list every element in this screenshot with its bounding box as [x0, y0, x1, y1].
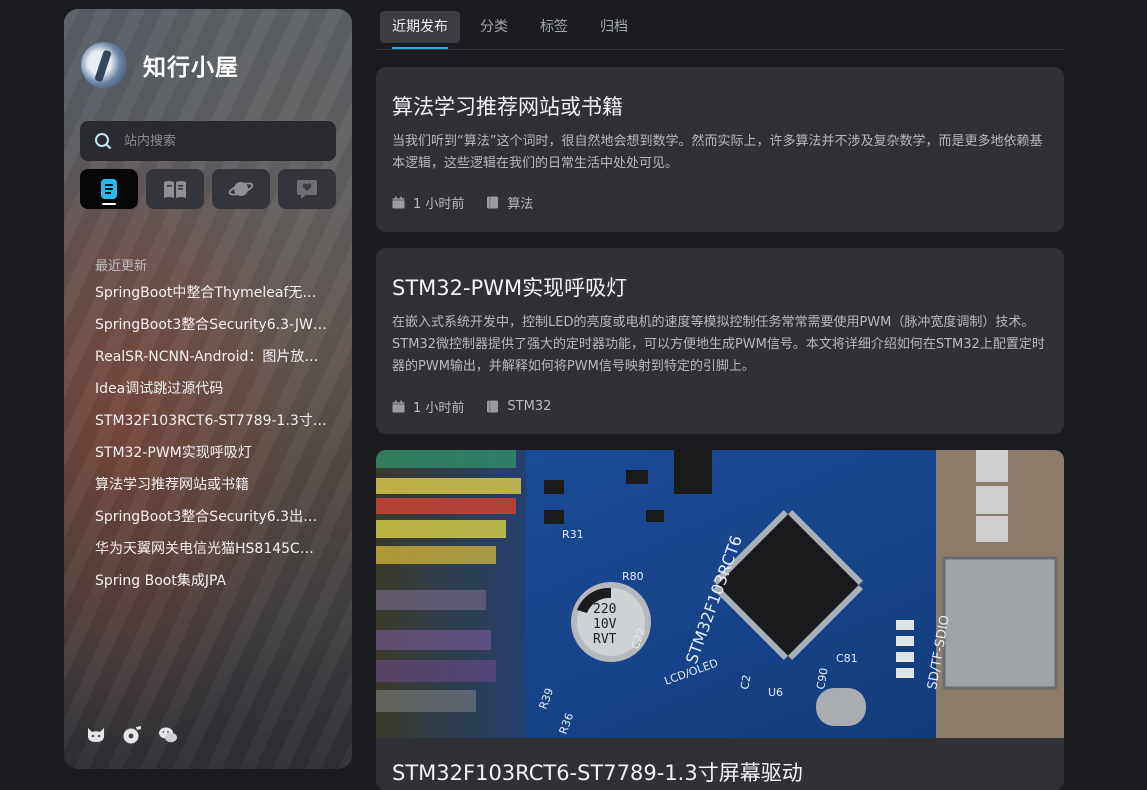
- pcb-u6-label: U6: [768, 686, 783, 699]
- site-name[interactable]: 知行小屋: [143, 48, 239, 82]
- calendar-icon: [392, 196, 405, 209]
- github-link[interactable]: [86, 725, 106, 745]
- tab-messages[interactable]: [278, 169, 336, 209]
- social-links: [86, 725, 178, 745]
- recent-item[interactable]: SpringBoot3整合Security6.3出…: [95, 507, 327, 539]
- book-icon: [164, 181, 186, 198]
- search-icon: [95, 133, 111, 149]
- wechat-link[interactable]: [158, 725, 178, 745]
- post-card[interactable]: STM32F103RCT6 220 10V RVT SD/TF-SDIO LCD…: [376, 450, 1064, 790]
- tabs-divider: [376, 49, 1064, 50]
- calendar-icon: [392, 400, 405, 413]
- post-category-text[interactable]: 算法: [507, 193, 533, 212]
- tab-articles[interactable]: [80, 169, 138, 209]
- wechat-icon: [159, 727, 177, 743]
- recent-item[interactable]: SpringBoot3整合Security6.3-JW…: [95, 315, 327, 347]
- pcb-cap-line2: 10V: [593, 617, 617, 632]
- tab-tags[interactable]: 标签: [528, 11, 580, 43]
- post-excerpt: 当我们听到“算法”这个词时，很自然地会想到数学。然而实际上，许多算法并不涉及复杂…: [392, 134, 1043, 171]
- tab-archive[interactable]: 归档: [588, 11, 640, 43]
- recent-item[interactable]: 算法学习推荐网站或书籍: [95, 475, 327, 507]
- post-category-text[interactable]: STM32: [507, 399, 551, 414]
- tab-recent[interactable]: 近期发布: [380, 11, 460, 43]
- post-cover-image[interactable]: STM32F103RCT6 220 10V RVT SD/TF-SDIO LCD…: [376, 450, 1064, 738]
- post-category[interactable]: STM32: [486, 399, 551, 414]
- post-title[interactable]: STM32F103RCT6-ST7789-1.3寸屏幕驱动: [392, 757, 803, 787]
- post-meta: 1 小时前 STM32: [392, 397, 573, 416]
- tab-planet[interactable]: [212, 169, 270, 209]
- search-box[interactable]: [80, 121, 336, 161]
- pcb-c2-label: C2: [738, 674, 753, 691]
- pcb-photo-illustration: STM32F103RCT6 220 10V RVT SD/TF-SDIO LCD…: [376, 450, 1064, 738]
- music-link[interactable]: [122, 725, 142, 745]
- brand[interactable]: 知行小屋: [81, 42, 239, 88]
- recent-item[interactable]: Idea调试跳过源代码: [95, 379, 327, 411]
- sidebar-icon-tabs: [80, 169, 336, 209]
- post-time: 1 小时前: [392, 397, 464, 416]
- post-time: 1 小时前: [392, 193, 464, 212]
- github-icon: [88, 728, 104, 742]
- post-category[interactable]: 算法: [486, 193, 533, 212]
- pcb-cap-line1: 220: [593, 602, 616, 617]
- recent-item[interactable]: STM32-PWM实现呼吸灯: [95, 443, 327, 475]
- folder-icon: [487, 196, 499, 209]
- post-title[interactable]: STM32-PWM实现呼吸灯: [392, 272, 627, 302]
- main-tabs: 近期发布 分类 标签 归档: [380, 11, 648, 43]
- music-disc-icon: [123, 726, 141, 744]
- post-time-text: 1 小时前: [413, 197, 465, 212]
- recent-updates-list: SpringBoot中整合Thymeleaf无… SpringBoot3整合Se…: [95, 283, 327, 603]
- pcb-r80-label: R80: [622, 570, 644, 583]
- folder-icon: [487, 400, 499, 413]
- avatar[interactable]: [81, 42, 127, 88]
- recent-item[interactable]: 华为天翼网关电信光猫HS8145C…: [95, 539, 327, 571]
- planet-icon: [228, 182, 254, 196]
- tab-categories[interactable]: 分类: [468, 11, 520, 43]
- sidebar: 知行小屋 站内搜索 最近更新 SpringBoot中整合Thymeleaf无… …: [64, 9, 352, 769]
- post-excerpt: 在嵌入式系统开发中，控制LED的亮度或电机的速度等模拟控制任务常常需要使用PWM…: [392, 315, 1045, 374]
- heart-message-icon: [297, 180, 317, 199]
- recent-item[interactable]: STM32F103RCT6-ST7789-1.3寸…: [95, 411, 327, 443]
- tab-books[interactable]: [146, 169, 204, 209]
- pcb-r31-label: R31: [562, 528, 584, 541]
- post-card[interactable]: 算法学习推荐网站或书籍 当我们听到“算法”这个词时，很自然地会想到数学。然而实际…: [376, 67, 1064, 232]
- post-card[interactable]: STM32-PWM实现呼吸灯 在嵌入式系统开发中，控制LED的亮度或电机的速度等…: [376, 248, 1064, 434]
- recent-item[interactable]: SpringBoot中整合Thymeleaf无…: [95, 283, 327, 315]
- recent-item[interactable]: Spring Boot集成JPA: [95, 571, 327, 603]
- pcb-cap-line3: RVT: [593, 632, 617, 647]
- document-icon: [101, 179, 117, 199]
- pcb-c81-label: C81: [836, 652, 858, 665]
- post-time-text: 1 小时前: [413, 401, 465, 416]
- recent-updates-title: 最近更新: [95, 259, 148, 274]
- search-input[interactable]: [122, 132, 326, 150]
- post-title[interactable]: 算法学习推荐网站或书籍: [392, 91, 623, 121]
- post-meta: 1 小时前 算法: [392, 193, 555, 212]
- recent-item[interactable]: RealSR-NCNN-Android：图片放…: [95, 347, 327, 379]
